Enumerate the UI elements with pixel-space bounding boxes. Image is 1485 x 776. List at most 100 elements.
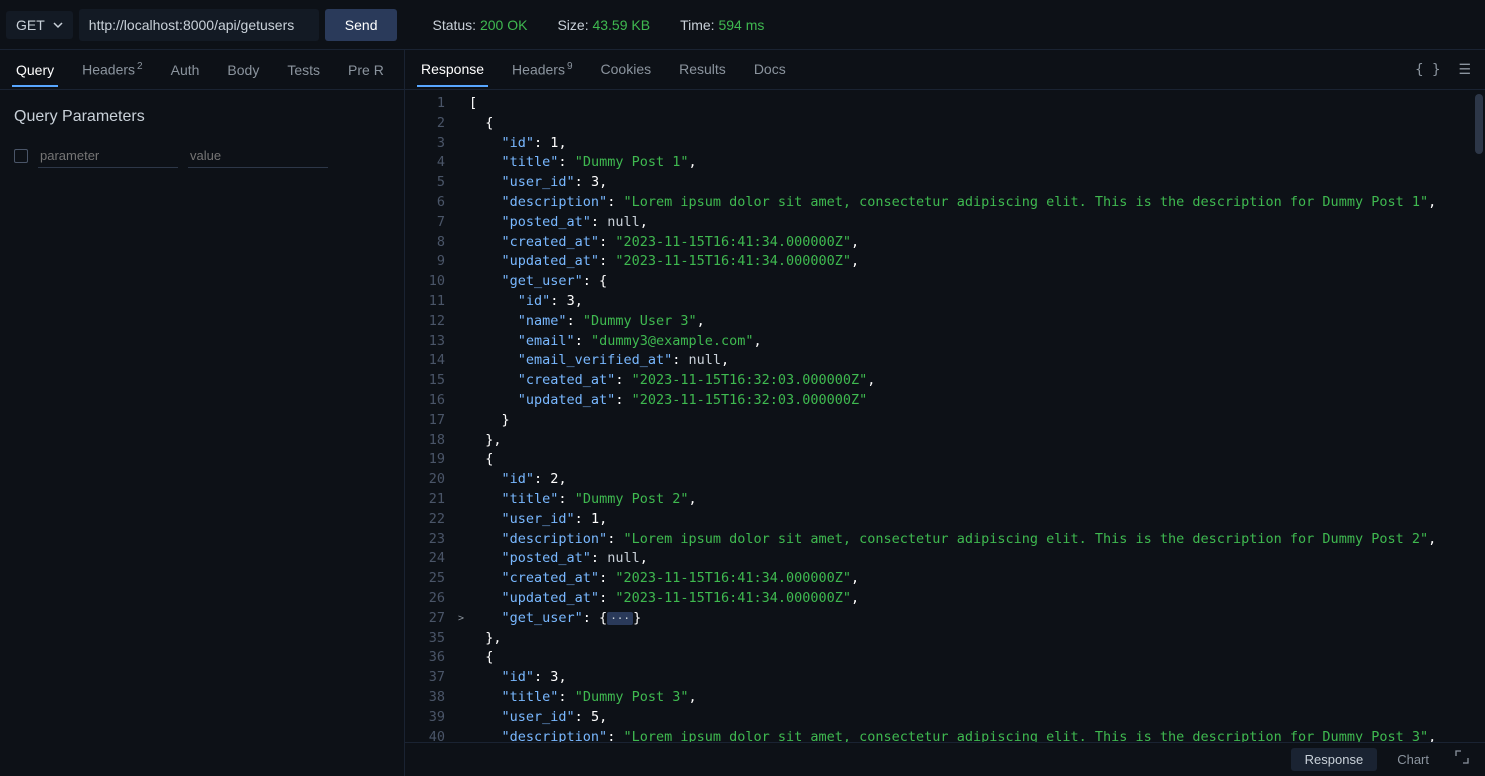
tab-auth[interactable]: Auth — [159, 54, 212, 86]
response-toolbar: { } ☰ — [1415, 62, 1485, 78]
request-tabs: QueryHeaders2AuthBodyTestsPre R — [0, 50, 404, 90]
size-label: Size: — [557, 17, 588, 33]
chevron-down-icon — [53, 20, 63, 30]
view-response-tab[interactable]: Response — [1291, 748, 1378, 771]
query-param-value-input[interactable] — [188, 144, 328, 168]
time-group: Time: 594 ms — [680, 17, 764, 33]
main-area: QueryHeaders2AuthBodyTestsPre R Query Pa… — [0, 50, 1485, 776]
fold-toggle[interactable]: > — [453, 609, 469, 629]
line-number: 11 — [405, 292, 445, 312]
line-number: 14 — [405, 351, 445, 371]
response-tabs-row: ResponseHeaders9CookiesResultsDocs { } ☰ — [405, 50, 1485, 90]
code-line: } — [469, 411, 1485, 431]
code-line: "created_at": "2023-11-15T16:32:03.00000… — [469, 371, 1485, 391]
tab-headers[interactable]: Headers2 — [70, 53, 154, 86]
tab-response[interactable]: Response — [409, 53, 496, 86]
code-line: "email": "dummy3@example.com", — [469, 332, 1485, 352]
http-method-select[interactable]: GET — [6, 11, 73, 39]
expand-icon[interactable] — [1449, 750, 1475, 769]
line-number: 25 — [405, 569, 445, 589]
line-number: 40 — [405, 728, 445, 743]
code-line: "user_id": 1, — [469, 510, 1485, 530]
code-line: "description": "Lorem ipsum dolor sit am… — [469, 728, 1485, 743]
code-line: "email_verified_at": null, — [469, 351, 1485, 371]
line-number: 15 — [405, 371, 445, 391]
send-button[interactable]: Send — [325, 9, 398, 41]
line-number: 38 — [405, 688, 445, 708]
code-line: "created_at": "2023-11-15T16:41:34.00000… — [469, 233, 1485, 253]
line-number: 27 — [405, 609, 445, 629]
line-number: 7 — [405, 213, 445, 233]
request-pane: QueryHeaders2AuthBodyTestsPre R Query Pa… — [0, 50, 405, 776]
line-number: 24 — [405, 549, 445, 569]
code-line: { — [469, 450, 1485, 470]
tab-docs[interactable]: Docs — [742, 53, 798, 86]
code-line: [ — [469, 94, 1485, 114]
line-number: 4 — [405, 153, 445, 173]
line-number: 26 — [405, 589, 445, 609]
line-number: 16 — [405, 391, 445, 411]
code-line: { — [469, 648, 1485, 668]
line-number: 6 — [405, 193, 445, 213]
query-parameters-title: Query Parameters — [0, 90, 404, 136]
menu-icon[interactable]: ☰ — [1458, 62, 1471, 78]
code-line: "user_id": 3, — [469, 173, 1485, 193]
url-input[interactable] — [79, 9, 319, 41]
scrollbar-vertical[interactable] — [1475, 94, 1483, 154]
line-number: 8 — [405, 233, 445, 253]
tab-tests[interactable]: Tests — [275, 54, 332, 86]
code-lines: [ { "id": 1, "title": "Dummy Post 1", "u… — [469, 94, 1485, 742]
tab-body[interactable]: Body — [215, 54, 271, 86]
line-number: 21 — [405, 490, 445, 510]
query-enable-checkbox[interactable] — [14, 149, 28, 163]
code-line: "title": "Dummy Post 1", — [469, 153, 1485, 173]
line-number: 13 — [405, 332, 445, 352]
code-line: { — [469, 114, 1485, 134]
code-line: "updated_at": "2023-11-15T16:41:34.00000… — [469, 252, 1485, 272]
line-number: 35 — [405, 629, 445, 649]
code-line: }, — [469, 431, 1485, 451]
code-line: "description": "Lorem ipsum dolor sit am… — [469, 530, 1485, 550]
view-chart-tab[interactable]: Chart — [1383, 748, 1443, 771]
code-line: "created_at": "2023-11-15T16:41:34.00000… — [469, 569, 1485, 589]
line-number: 2 — [405, 114, 445, 134]
tab-results[interactable]: Results — [667, 53, 738, 86]
request-bar: GET Send Status: 200 OK Size: 43.59 KB T… — [0, 0, 1485, 50]
code-line: "get_user": {···} — [469, 609, 1485, 629]
code-line: "get_user": { — [469, 272, 1485, 292]
response-body-viewer[interactable]: 1234567891011121314151617181920212223242… — [405, 90, 1485, 742]
status-group: Status: 200 OK — [432, 17, 527, 33]
line-number: 36 — [405, 648, 445, 668]
time-value: 594 ms — [718, 17, 764, 33]
method-label: GET — [16, 17, 45, 33]
response-tabs: ResponseHeaders9CookiesResultsDocs — [405, 53, 798, 86]
code-line: "id": 2, — [469, 470, 1485, 490]
time-label: Time: — [680, 17, 714, 33]
format-brackets-icon[interactable]: { } — [1415, 62, 1440, 78]
code-line: "posted_at": null, — [469, 549, 1485, 569]
line-number: 17 — [405, 411, 445, 431]
line-number: 19 — [405, 450, 445, 470]
tab-query[interactable]: Query — [4, 54, 66, 86]
line-number: 9 — [405, 252, 445, 272]
tab-headers[interactable]: Headers9 — [500, 53, 584, 86]
code-line: "id": 3, — [469, 292, 1485, 312]
size-value: 43.59 KB — [592, 17, 650, 33]
line-number: 20 — [405, 470, 445, 490]
line-number: 23 — [405, 530, 445, 550]
line-number: 3 — [405, 134, 445, 154]
status-value: 200 OK — [480, 17, 527, 33]
code-line: "user_id": 5, — [469, 708, 1485, 728]
line-number: 37 — [405, 668, 445, 688]
response-pane: ResponseHeaders9CookiesResultsDocs { } ☰… — [405, 50, 1485, 776]
line-number: 18 — [405, 431, 445, 451]
tab-cookies[interactable]: Cookies — [589, 53, 664, 86]
line-number: 10 — [405, 272, 445, 292]
tab-pre-r[interactable]: Pre R — [336, 54, 396, 86]
query-row — [0, 136, 404, 176]
code-line: "description": "Lorem ipsum dolor sit am… — [469, 193, 1485, 213]
line-number-gutter: 1234567891011121314151617181920212223242… — [405, 94, 453, 742]
code-line: "name": "Dummy User 3", — [469, 312, 1485, 332]
line-number: 22 — [405, 510, 445, 530]
query-param-name-input[interactable] — [38, 144, 178, 168]
